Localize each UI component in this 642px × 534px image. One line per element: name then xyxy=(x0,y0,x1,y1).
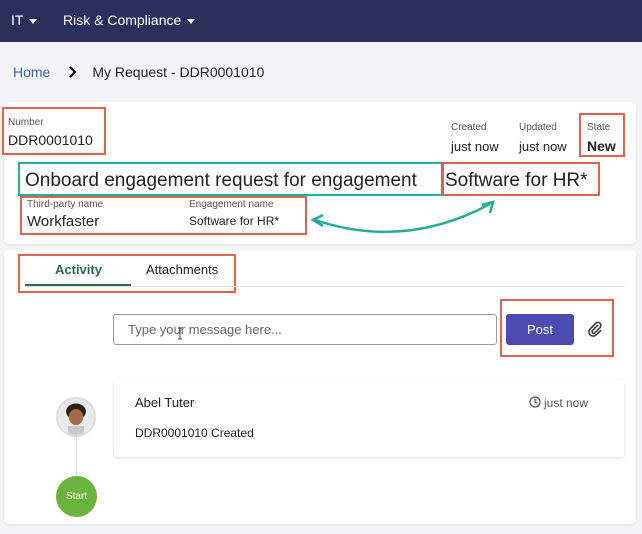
chevron-right-icon xyxy=(69,66,77,78)
feed-time: just now xyxy=(544,396,589,410)
message-input[interactable]: Type your message here... xyxy=(113,314,497,345)
breadcrumb: Home My Request - DDR0001010 xyxy=(13,64,264,80)
timeline-start-badge: Start xyxy=(56,476,97,517)
request-title: Onboard engagement request for engagemen… xyxy=(25,170,417,191)
post-button-label: Post xyxy=(526,322,553,337)
chevron-down-icon xyxy=(187,18,196,24)
text-cursor-icon xyxy=(178,327,182,340)
nav-menu-it-label: IT xyxy=(11,12,24,28)
updated-label: Updated xyxy=(519,122,557,133)
list-item: Abel Tuter just now DDR0001010 Created xyxy=(114,380,624,457)
chevron-down-icon xyxy=(29,18,38,24)
nav-menu-risk-compliance[interactable]: Risk & Compliance xyxy=(63,12,196,28)
nav-menu-risk-label: Risk & Compliance xyxy=(63,12,182,28)
top-nav: IT Risk & Compliance xyxy=(0,0,642,42)
created-value: just now xyxy=(451,139,499,154)
created-label: Created xyxy=(451,122,487,133)
feed-message: DDR0001010 Created xyxy=(135,426,254,440)
updated-value: just now xyxy=(519,139,567,154)
connector-arrow-icon xyxy=(310,200,495,234)
tab-attachments[interactable]: Attachments xyxy=(146,262,218,277)
breadcrumb-current: My Request - DDR0001010 xyxy=(92,64,265,80)
number-label: Number xyxy=(8,117,44,128)
feed-author: Abel Tuter xyxy=(135,395,195,410)
number-value: DDR0001010 xyxy=(8,132,93,148)
tab-activity[interactable]: Activity xyxy=(55,262,102,277)
request-title-engagement: Software for HR* xyxy=(445,170,588,191)
third-party-value: Workfaster xyxy=(27,213,100,230)
breadcrumb-home-link[interactable]: Home xyxy=(13,64,50,80)
avatar xyxy=(56,397,96,437)
paperclip-icon[interactable] xyxy=(587,321,603,337)
start-label: Start xyxy=(65,491,88,502)
message-input-placeholder: Type your message here... xyxy=(128,322,282,337)
nav-menu-it[interactable]: IT xyxy=(11,12,38,28)
tabs-divider xyxy=(25,286,625,287)
clock-icon xyxy=(529,396,541,408)
post-button[interactable]: Post xyxy=(506,314,574,345)
state-label: State xyxy=(587,122,611,133)
active-tab-underline xyxy=(25,284,131,286)
engagement-label: Engagement name xyxy=(189,199,274,210)
engagement-value: Software for HR* xyxy=(189,214,280,228)
third-party-label: Third-party name xyxy=(27,199,104,210)
state-value: New xyxy=(587,138,616,154)
